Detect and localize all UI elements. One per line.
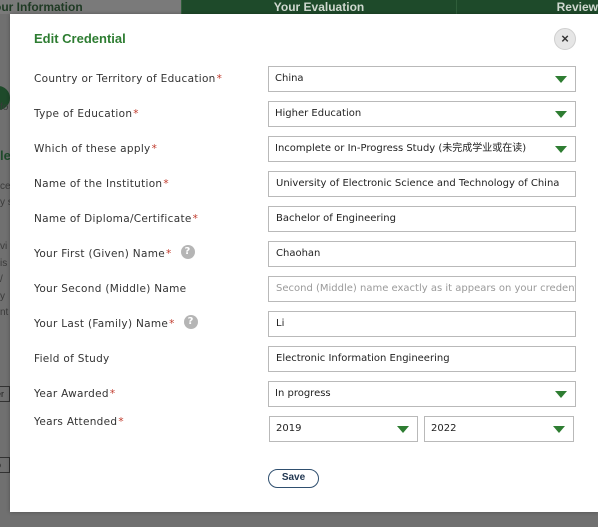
- background-button-fragment: er: [0, 386, 10, 402]
- form-row-year-awarded: Year Awarded* In progress: [10, 381, 598, 407]
- first-name-label: Your First (Given) Name*?: [34, 241, 195, 267]
- chevron-down-icon: [555, 391, 567, 398]
- background-text-fragment: is: [0, 258, 8, 269]
- background-page-bottom: [0, 512, 598, 527]
- education-type-label: Type of Education*: [34, 108, 139, 120]
- chevron-down-icon: [555, 76, 567, 83]
- background-button-fragment: o: [0, 457, 10, 473]
- close-button[interactable]: ×: [554, 28, 576, 50]
- years-attended-to-value: 2022: [431, 423, 457, 434]
- form-row-diploma: Name of Diploma/Certificate* Bachelor of…: [10, 206, 598, 232]
- background-text-fragment: fo: [0, 102, 9, 113]
- required-asterisk: *: [133, 108, 139, 120]
- years-attended-from-select[interactable]: 2019: [269, 416, 418, 442]
- background-text-fragment: ce: [0, 181, 10, 192]
- form-row-years-attended: Years Attended* 2019 2022: [10, 410, 598, 444]
- last-name-label: Your Last (Family) Name*?: [34, 311, 198, 337]
- background-tab-your-evaluation: Your Evaluation: [181, 0, 456, 14]
- middle-name-placeholder: Second (Middle) name exactly as it appea…: [276, 283, 576, 294]
- year-awarded-select[interactable]: In progress: [268, 381, 576, 407]
- required-asterisk: *: [192, 213, 199, 225]
- background-text-fragment: y: [0, 291, 5, 302]
- modal-title: Edit Credential: [34, 31, 126, 46]
- background-text-fragment: vi: [0, 241, 8, 252]
- form-row-field-of-study: Field of Study Electronic Information En…: [10, 346, 598, 372]
- form-row-which-apply: Which of these apply* Incomplete or In-P…: [10, 136, 598, 162]
- background-heading-fragment: le: [0, 148, 10, 163]
- years-attended-from-value: 2019: [276, 423, 302, 434]
- years-attended-to-select[interactable]: 2022: [424, 416, 574, 442]
- background-page-edge: fo le ce y s vi is / y nt er o: [0, 14, 10, 527]
- form-row-country: Country or Territory of Education* China: [10, 66, 598, 92]
- form-row-last-name: Your Last (Family) Name*? Li: [10, 311, 598, 337]
- background-text-fragment: y s: [0, 197, 10, 208]
- form-row-education-type: Type of Education* Higher Education: [10, 101, 598, 127]
- first-name-input[interactable]: Chaohan: [268, 241, 576, 267]
- education-type-select-value: Higher Education: [275, 108, 362, 119]
- education-type-select[interactable]: Higher Education: [268, 101, 576, 127]
- help-icon[interactable]: ?: [183, 315, 198, 329]
- middle-name-input[interactable]: Second (Middle) name exactly as it appea…: [268, 276, 576, 302]
- institution-label: Name of the Institution*: [34, 178, 169, 190]
- chevron-down-icon: [397, 426, 409, 433]
- background-tab-bar: our Information Your Evaluation Review: [0, 0, 598, 14]
- country-select-value: China: [275, 73, 304, 84]
- required-asterisk: *: [109, 388, 116, 400]
- which-apply-select-value: Incomplete or In-Progress Study (未完成学业或在…: [275, 143, 527, 154]
- country-label: Country or Territory of Education*: [34, 73, 223, 85]
- background-tab-your-information: our Information: [0, 0, 181, 14]
- required-asterisk: *: [169, 318, 175, 330]
- years-attended-label: Years Attended*: [34, 416, 124, 428]
- chevron-down-icon: [555, 111, 567, 118]
- chevron-down-icon: [553, 426, 565, 433]
- field-of-study-label: Field of Study: [34, 353, 110, 365]
- form-row-institution: Name of the Institution* University of E…: [10, 171, 598, 197]
- country-select[interactable]: China: [268, 66, 576, 92]
- required-asterisk: *: [165, 248, 172, 260]
- edit-credential-modal: Edit Credential × Country or Territory o…: [10, 14, 598, 512]
- which-apply-select[interactable]: Incomplete or In-Progress Study (未完成学业或在…: [268, 136, 576, 162]
- required-asterisk: *: [151, 143, 158, 155]
- form-row-first-name: Your First (Given) Name*? Chaohan: [10, 241, 598, 267]
- background-text-fragment: /: [0, 274, 3, 285]
- year-awarded-select-value: In progress: [275, 388, 331, 399]
- chevron-down-icon: [555, 146, 567, 153]
- form-row-middle-name: Your Second (Middle) Name Second (Middle…: [10, 276, 598, 302]
- which-apply-label: Which of these apply*: [34, 143, 158, 155]
- save-button[interactable]: Save: [268, 469, 319, 488]
- diploma-label: Name of Diploma/Certificate*: [34, 213, 199, 225]
- help-icon[interactable]: ?: [180, 245, 195, 259]
- middle-name-label: Your Second (Middle) Name: [34, 283, 187, 295]
- institution-input[interactable]: University of Electronic Science and Tec…: [268, 171, 576, 197]
- last-name-input[interactable]: Li: [268, 311, 576, 337]
- background-tab-review: Review: [456, 0, 598, 14]
- required-asterisk: *: [118, 416, 124, 428]
- diploma-input[interactable]: Bachelor of Engineering: [268, 206, 576, 232]
- required-asterisk: *: [163, 178, 169, 190]
- field-of-study-input[interactable]: Electronic Information Engineering: [268, 346, 576, 372]
- year-awarded-label: Year Awarded*: [34, 388, 116, 400]
- required-asterisk: *: [216, 73, 223, 85]
- background-text-fragment: nt: [0, 307, 9, 318]
